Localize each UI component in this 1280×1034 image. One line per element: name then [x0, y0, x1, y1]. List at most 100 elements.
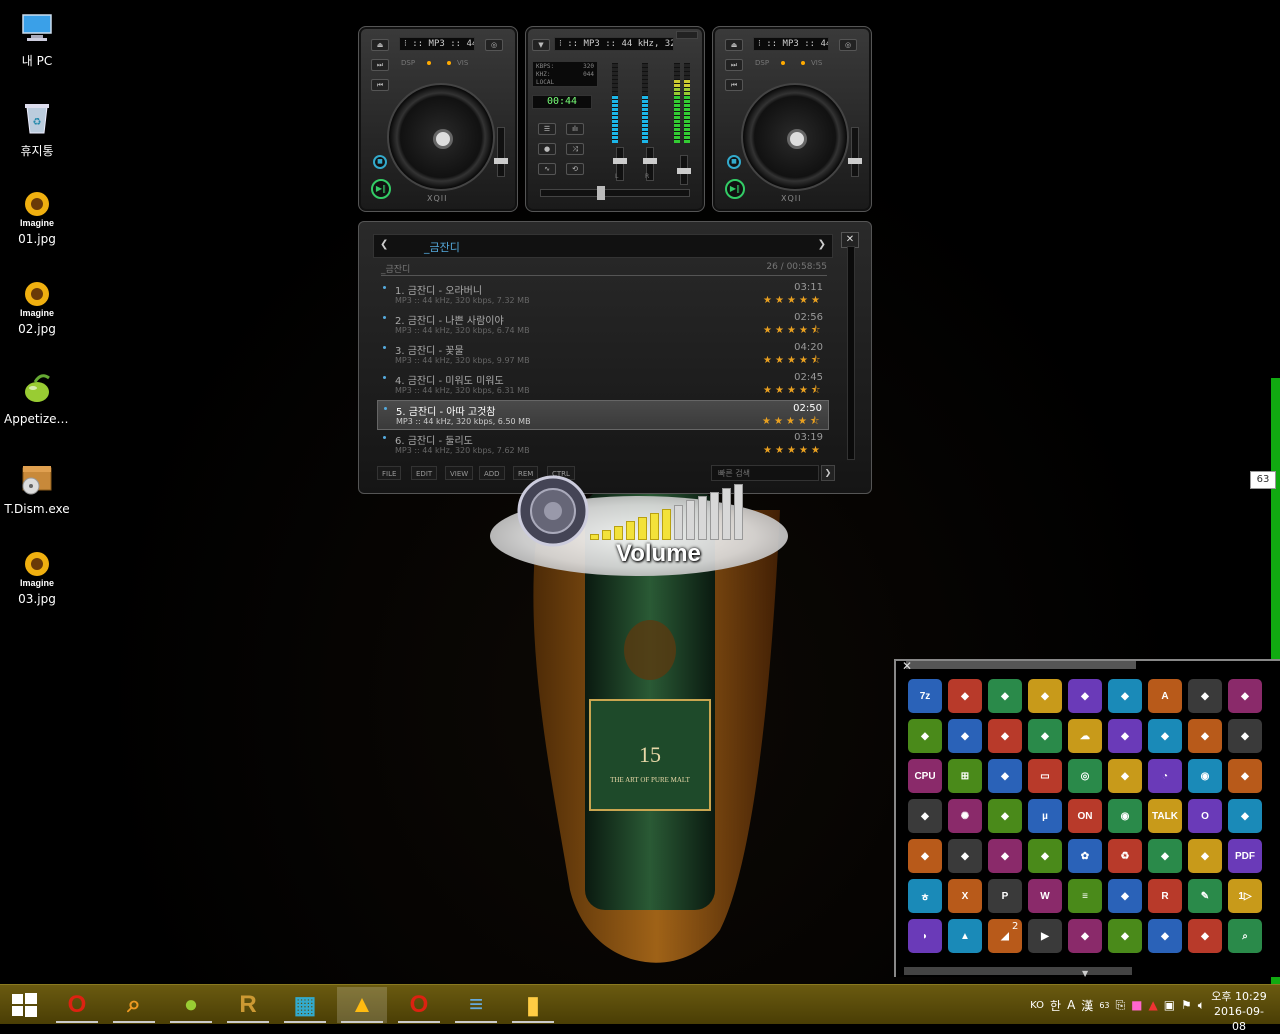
star-icon[interactable]: ★ [787, 355, 798, 366]
taskbar-opera-icon[interactable]: O [394, 987, 444, 1023]
taskbar-folder-icon[interactable]: ▮ [508, 987, 558, 1023]
cygwin-icon[interactable]: ◆ [1028, 679, 1062, 713]
speedcrunch-icon[interactable]: ◆ [988, 679, 1022, 713]
track-rating[interactable]: ★ ★ ★ ★ ⯪ [762, 416, 824, 427]
clock[interactable]: 오후 10:29 2016-09-08 [1208, 989, 1270, 1034]
star-icon[interactable]: ★ [799, 355, 810, 366]
play-arrow-icon[interactable]: ▶ [1028, 919, 1062, 953]
box-install-icon[interactable]: ◆ [1068, 679, 1102, 713]
1d-icon[interactable]: 1▷ [1228, 879, 1262, 913]
pack-icon[interactable]: ◆ [1068, 919, 1102, 953]
wave-icon[interactable]: ∿ [538, 163, 556, 175]
guitar-g-icon[interactable]: ◆ [948, 719, 982, 753]
eject-button[interactable]: ⏏ [725, 39, 743, 51]
bracket-icon[interactable]: ◆ [1228, 799, 1262, 833]
color-monitor-icon[interactable]: ◆ [1188, 719, 1222, 753]
winrar-icon[interactable]: ◆ [948, 679, 982, 713]
windows-icon[interactable]: ⊞ [948, 759, 982, 793]
power-switch[interactable] [676, 31, 698, 39]
track-row[interactable]: 4. 금잔디 - 미워도 미워도 MP3 :: 44 kHz, 320 kbps,… [377, 370, 829, 400]
recycle-icon[interactable]: ♻ [1108, 839, 1142, 873]
wave-icon[interactable]: ◆ [908, 799, 942, 833]
red-tool-icon[interactable]: ◆ [988, 839, 1022, 873]
usb-icon[interactable]: ◆ [1148, 839, 1182, 873]
launcher-title-bar[interactable] [906, 661, 1136, 669]
desktop-icon-02-jpg[interactable]: Imagine 02.jpg [4, 278, 70, 336]
turntable-platter[interactable] [387, 83, 495, 191]
desktop-icon-appetizer[interactable]: Appetizer.... [4, 368, 70, 426]
green-blocks-icon[interactable]: ◆ [1108, 919, 1142, 953]
search-lens-icon[interactable]: ⌕ [1228, 919, 1262, 953]
desktop-icon-tdism[interactable]: T.Dism.exe [4, 458, 70, 516]
pitch-fader[interactable] [848, 127, 862, 177]
flower-icon[interactable]: ✿ [1068, 839, 1102, 873]
swirl-icon[interactable]: ◆ [1148, 719, 1182, 753]
star-icon[interactable]: ★ [763, 445, 774, 456]
shuffle-icon[interactable]: ⤨ [566, 143, 584, 155]
star-icon[interactable]: ★ [799, 445, 810, 456]
typora-icon[interactable]: A [1148, 679, 1182, 713]
file-button[interactable]: FILE [377, 466, 402, 480]
monitor-icon[interactable]: ▭ [1028, 759, 1062, 793]
star-icon[interactable]: ★ [774, 416, 785, 427]
loop-button[interactable]: ◎ [485, 39, 503, 51]
cpu-z-icon[interactable]: CPU [908, 759, 942, 793]
playlist-group-header[interactable]: _금잔디 26 / 00:58:55 [381, 262, 827, 276]
loop-button[interactable]: ◎ [839, 39, 857, 51]
search-go-button[interactable]: ❯ [821, 465, 835, 481]
dsp-label[interactable]: DSP [401, 59, 415, 67]
vis-label[interactable]: VIS [811, 59, 822, 67]
playlist-toggle-icon[interactable]: ☰ [538, 123, 556, 135]
cubes-icon[interactable]: ◆ [948, 839, 982, 873]
pitch-fader[interactable] [494, 127, 508, 177]
7z-icon[interactable]: 7z [908, 679, 942, 713]
track-rating[interactable]: ★ ★ ★ ★ ⯪ [763, 385, 825, 396]
eye-icon[interactable]: ◉ [1188, 759, 1222, 793]
track-rating[interactable]: ★ ★ ★ ★ ⯪ [763, 325, 825, 336]
globe-net-icon[interactable]: ◎ [1068, 759, 1102, 793]
star-icon[interactable]: ★ [811, 445, 822, 456]
star-icon[interactable]: ★ [762, 416, 773, 427]
track-rating[interactable]: ★ ★ ★ ★ ★ [763, 295, 825, 306]
star-icon[interactable]: ★ [775, 385, 786, 396]
star-icon[interactable]: ★ [799, 325, 810, 336]
taskbar-notepad-icon[interactable]: ≡ [451, 987, 501, 1023]
prev-button[interactable]: ⏮ [371, 79, 389, 91]
playlist-tab[interactable]: _금잔디 [424, 239, 460, 255]
playlist-scrollbar[interactable] [847, 246, 855, 460]
star-icon[interactable]: ★ [799, 385, 810, 396]
satellite-icon[interactable]: ◆ [1108, 759, 1142, 793]
red-diamond-icon[interactable]: ◆ [1108, 679, 1142, 713]
tablet-icon[interactable]: ◆ [1188, 679, 1222, 713]
ghost-search-icon[interactable]: ◆ [1108, 719, 1142, 753]
dsp-label[interactable]: DSP [755, 59, 769, 67]
track-rating[interactable]: ★ ★ ★ ★ ⯪ [763, 355, 825, 366]
star-icon[interactable]: ★ [786, 416, 797, 427]
pencil-icon[interactable]: ✎ [1188, 879, 1222, 913]
arrow-tool-icon[interactable]: ▲ [1148, 998, 1157, 1012]
track-row[interactable]: 5. 금잔디 - 아따 고것참 MP3 :: 44 kHz, 320 kbps, … [377, 400, 829, 430]
star-icon[interactable]: ★ [775, 295, 786, 306]
word-icon[interactable]: W [1028, 879, 1062, 913]
track-row[interactable]: 2. 금잔디 - 나쁜 사람이야 MP3 :: 44 kHz, 320 kbps,… [377, 310, 829, 340]
pc-laptop-icon[interactable]: ◆ [1228, 679, 1262, 713]
play-pause-button[interactable]: ▶‖ [371, 179, 391, 199]
star-icon[interactable]: ★ [787, 385, 798, 396]
fish-icon[interactable]: ◆ [1228, 759, 1262, 793]
close-icon[interactable]: ✕ [902, 659, 912, 673]
image-viewer-icon[interactable]: ◆ [1228, 719, 1262, 753]
cue-button[interactable]: ■ [727, 155, 741, 169]
next-button[interactable]: ⏭ [371, 59, 389, 71]
star-icon[interactable]: ⯪ [811, 385, 822, 396]
desktop-icon-my-pc[interactable]: 내 PC [4, 8, 70, 69]
star-icon[interactable]: ★ [763, 355, 774, 366]
star-icon[interactable]: ★ [763, 295, 774, 306]
link-icon[interactable]: ◆ [988, 799, 1022, 833]
eject-button[interactable]: ⏏ [371, 39, 389, 51]
desktop-icon-01-jpg[interactable]: Imagine 01.jpg [4, 188, 70, 246]
star-icon[interactable]: ★ [787, 295, 798, 306]
ime-alpha[interactable]: A [1067, 998, 1075, 1012]
wiki-icon[interactable]: ◆ [988, 759, 1022, 793]
crossfader[interactable] [540, 186, 690, 200]
star-icon[interactable]: ★ [763, 325, 774, 336]
